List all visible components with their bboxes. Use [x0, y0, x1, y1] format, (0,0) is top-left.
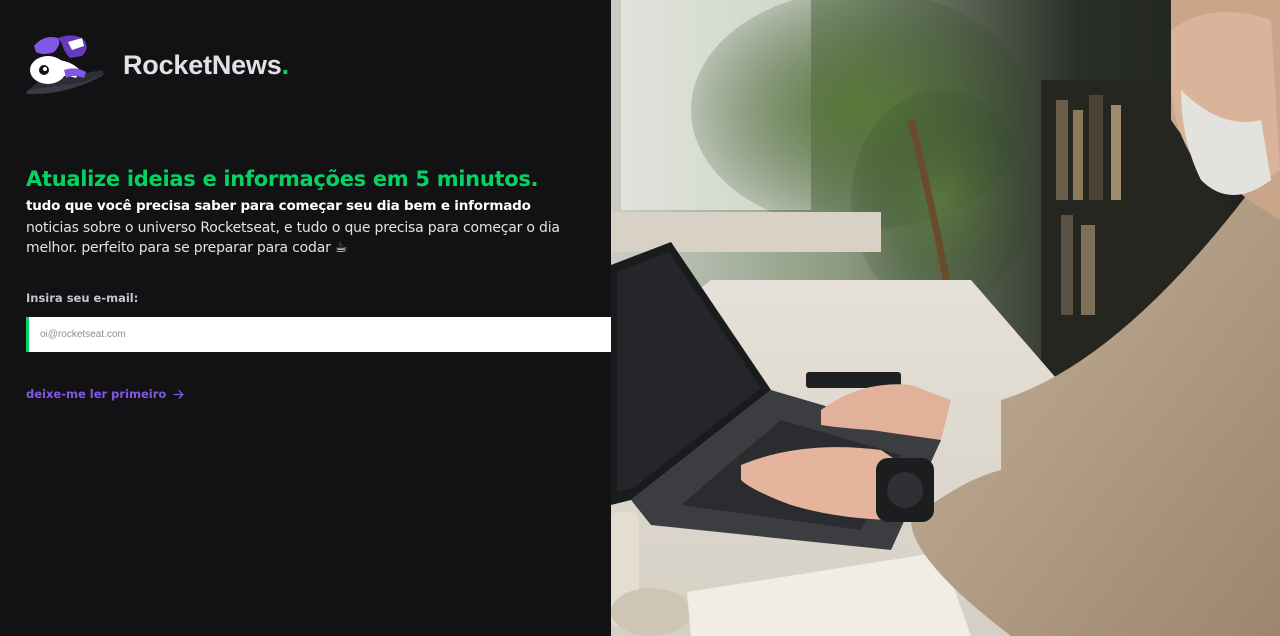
- photo-man-typing-laptop: [611, 0, 1280, 636]
- read-first-link[interactable]: deixe-me ler primeiro: [26, 387, 185, 401]
- left-panel: RocketNews. Atualize ideias e informaçõe…: [0, 0, 701, 636]
- brand-name: RocketNews.: [123, 49, 290, 80]
- email-input[interactable]: [26, 317, 667, 352]
- email-label: Insira seu e-mail:: [26, 291, 139, 305]
- arrow-right-icon: [172, 388, 185, 401]
- astronaut-laptop-logo-icon: [26, 35, 104, 95]
- hero-photo: [611, 0, 1280, 636]
- subheadline: tudo que você precisa saber para começar…: [26, 198, 531, 214]
- brand-dot: .: [281, 49, 290, 80]
- brand-logo[interactable]: RocketNews.: [24, 30, 289, 100]
- read-first-label: deixe-me ler primeiro: [26, 387, 167, 401]
- description: noticias sobre o universo Rocketseat, e …: [26, 220, 560, 256]
- email-form: [26, 317, 701, 352]
- headline: Atualize ideias e informações em 5 minut…: [26, 167, 539, 191]
